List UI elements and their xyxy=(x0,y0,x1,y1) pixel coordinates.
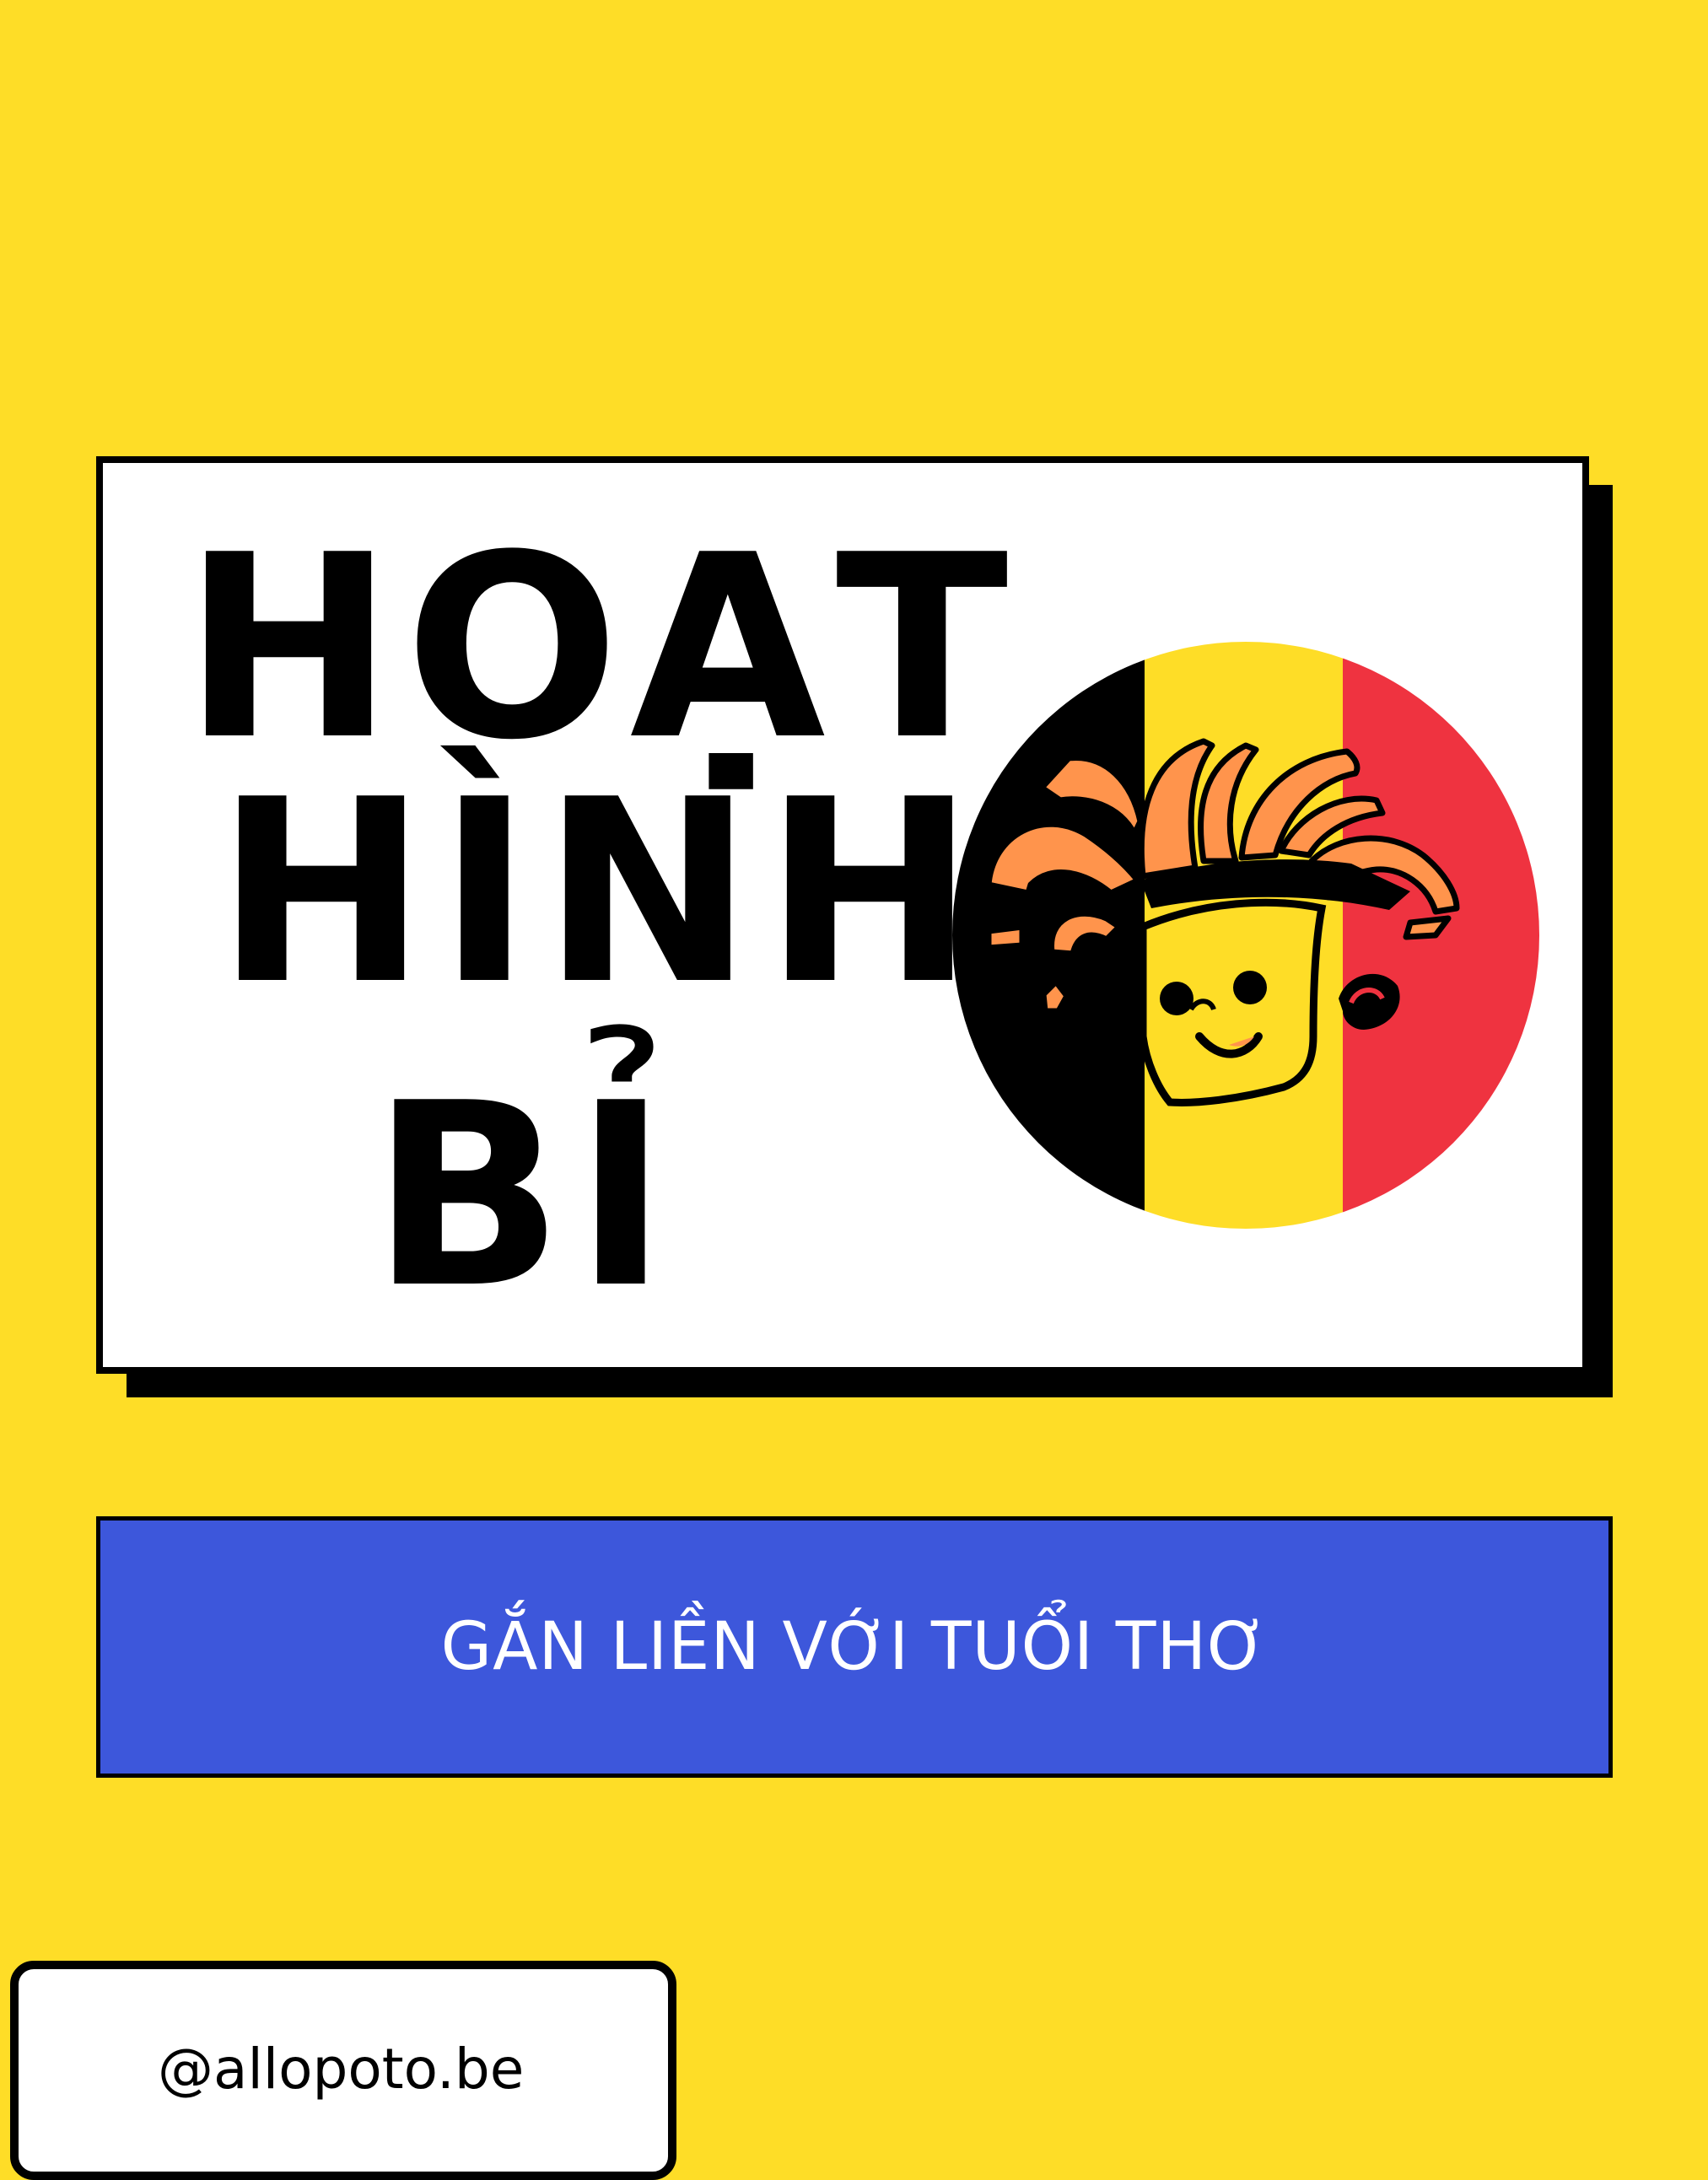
title-line-3: BỈ xyxy=(370,1049,679,1343)
title-card: HOẠT HÌNH BỈ xyxy=(96,456,1589,1374)
social-handle-text: @allopoto.be xyxy=(158,2037,525,2102)
subtitle-text: GẮN LIỀN VỚI TUỔI THƠ xyxy=(440,1609,1269,1685)
subtitle-banner: GẮN LIỀN VỚI TUỔI THƠ xyxy=(96,1516,1613,1778)
title-line-1: HOẠT xyxy=(182,501,1019,795)
title-line-2: HÌNH xyxy=(215,746,986,1040)
social-handle-tag: @allopoto.be xyxy=(10,1961,676,2180)
belgian-mascot-icon xyxy=(952,642,1539,1229)
